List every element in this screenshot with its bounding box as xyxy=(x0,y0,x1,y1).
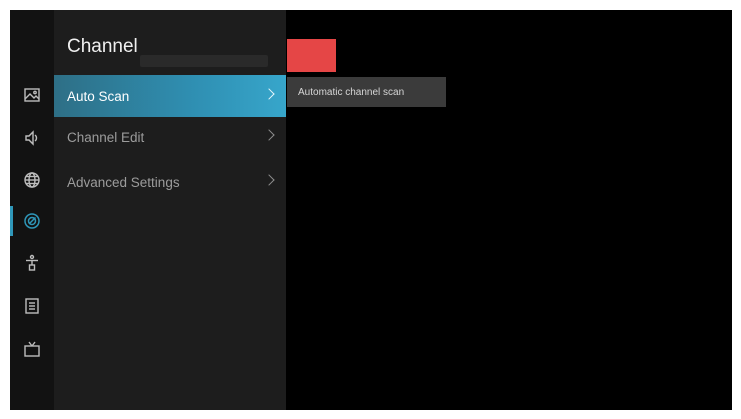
menu-item-auto-scan[interactable]: Auto Scan xyxy=(54,75,286,117)
page-title: Channel xyxy=(67,36,138,57)
menu-item-advanced-settings[interactable]: Advanced Settings xyxy=(54,161,286,203)
picture-icon[interactable] xyxy=(22,85,42,105)
menu-item-label: Auto Scan xyxy=(67,88,130,104)
active-category-indicator xyxy=(10,206,13,236)
description-tooltip: Automatic channel scan xyxy=(287,77,446,107)
description-text: Automatic channel scan xyxy=(298,86,405,98)
menu-item-channel-edit[interactable]: Channel Edit xyxy=(54,116,286,158)
faded-subtitle-placeholder xyxy=(140,55,268,67)
accessibility-icon[interactable] xyxy=(22,253,42,273)
menu-item-label: Advanced Settings xyxy=(67,174,180,190)
red-highlight-block xyxy=(287,39,336,72)
tv-icon[interactable] xyxy=(22,339,42,359)
chevron-right-icon xyxy=(263,88,275,100)
channel-dish-icon[interactable] xyxy=(22,211,42,231)
settings-category-rail xyxy=(10,10,54,410)
system-list-icon[interactable] xyxy=(22,296,42,316)
network-globe-icon[interactable] xyxy=(22,170,42,190)
chevron-right-icon xyxy=(263,129,275,141)
menu-item-label: Channel Edit xyxy=(67,129,145,145)
sound-icon[interactable] xyxy=(22,128,42,148)
channel-menu-panel: Channel Auto Scan Channel Edit Advanced … xyxy=(54,10,286,410)
chevron-right-icon xyxy=(263,174,275,186)
tv-screen: Channel Auto Scan Channel Edit Advanced … xyxy=(10,10,732,410)
